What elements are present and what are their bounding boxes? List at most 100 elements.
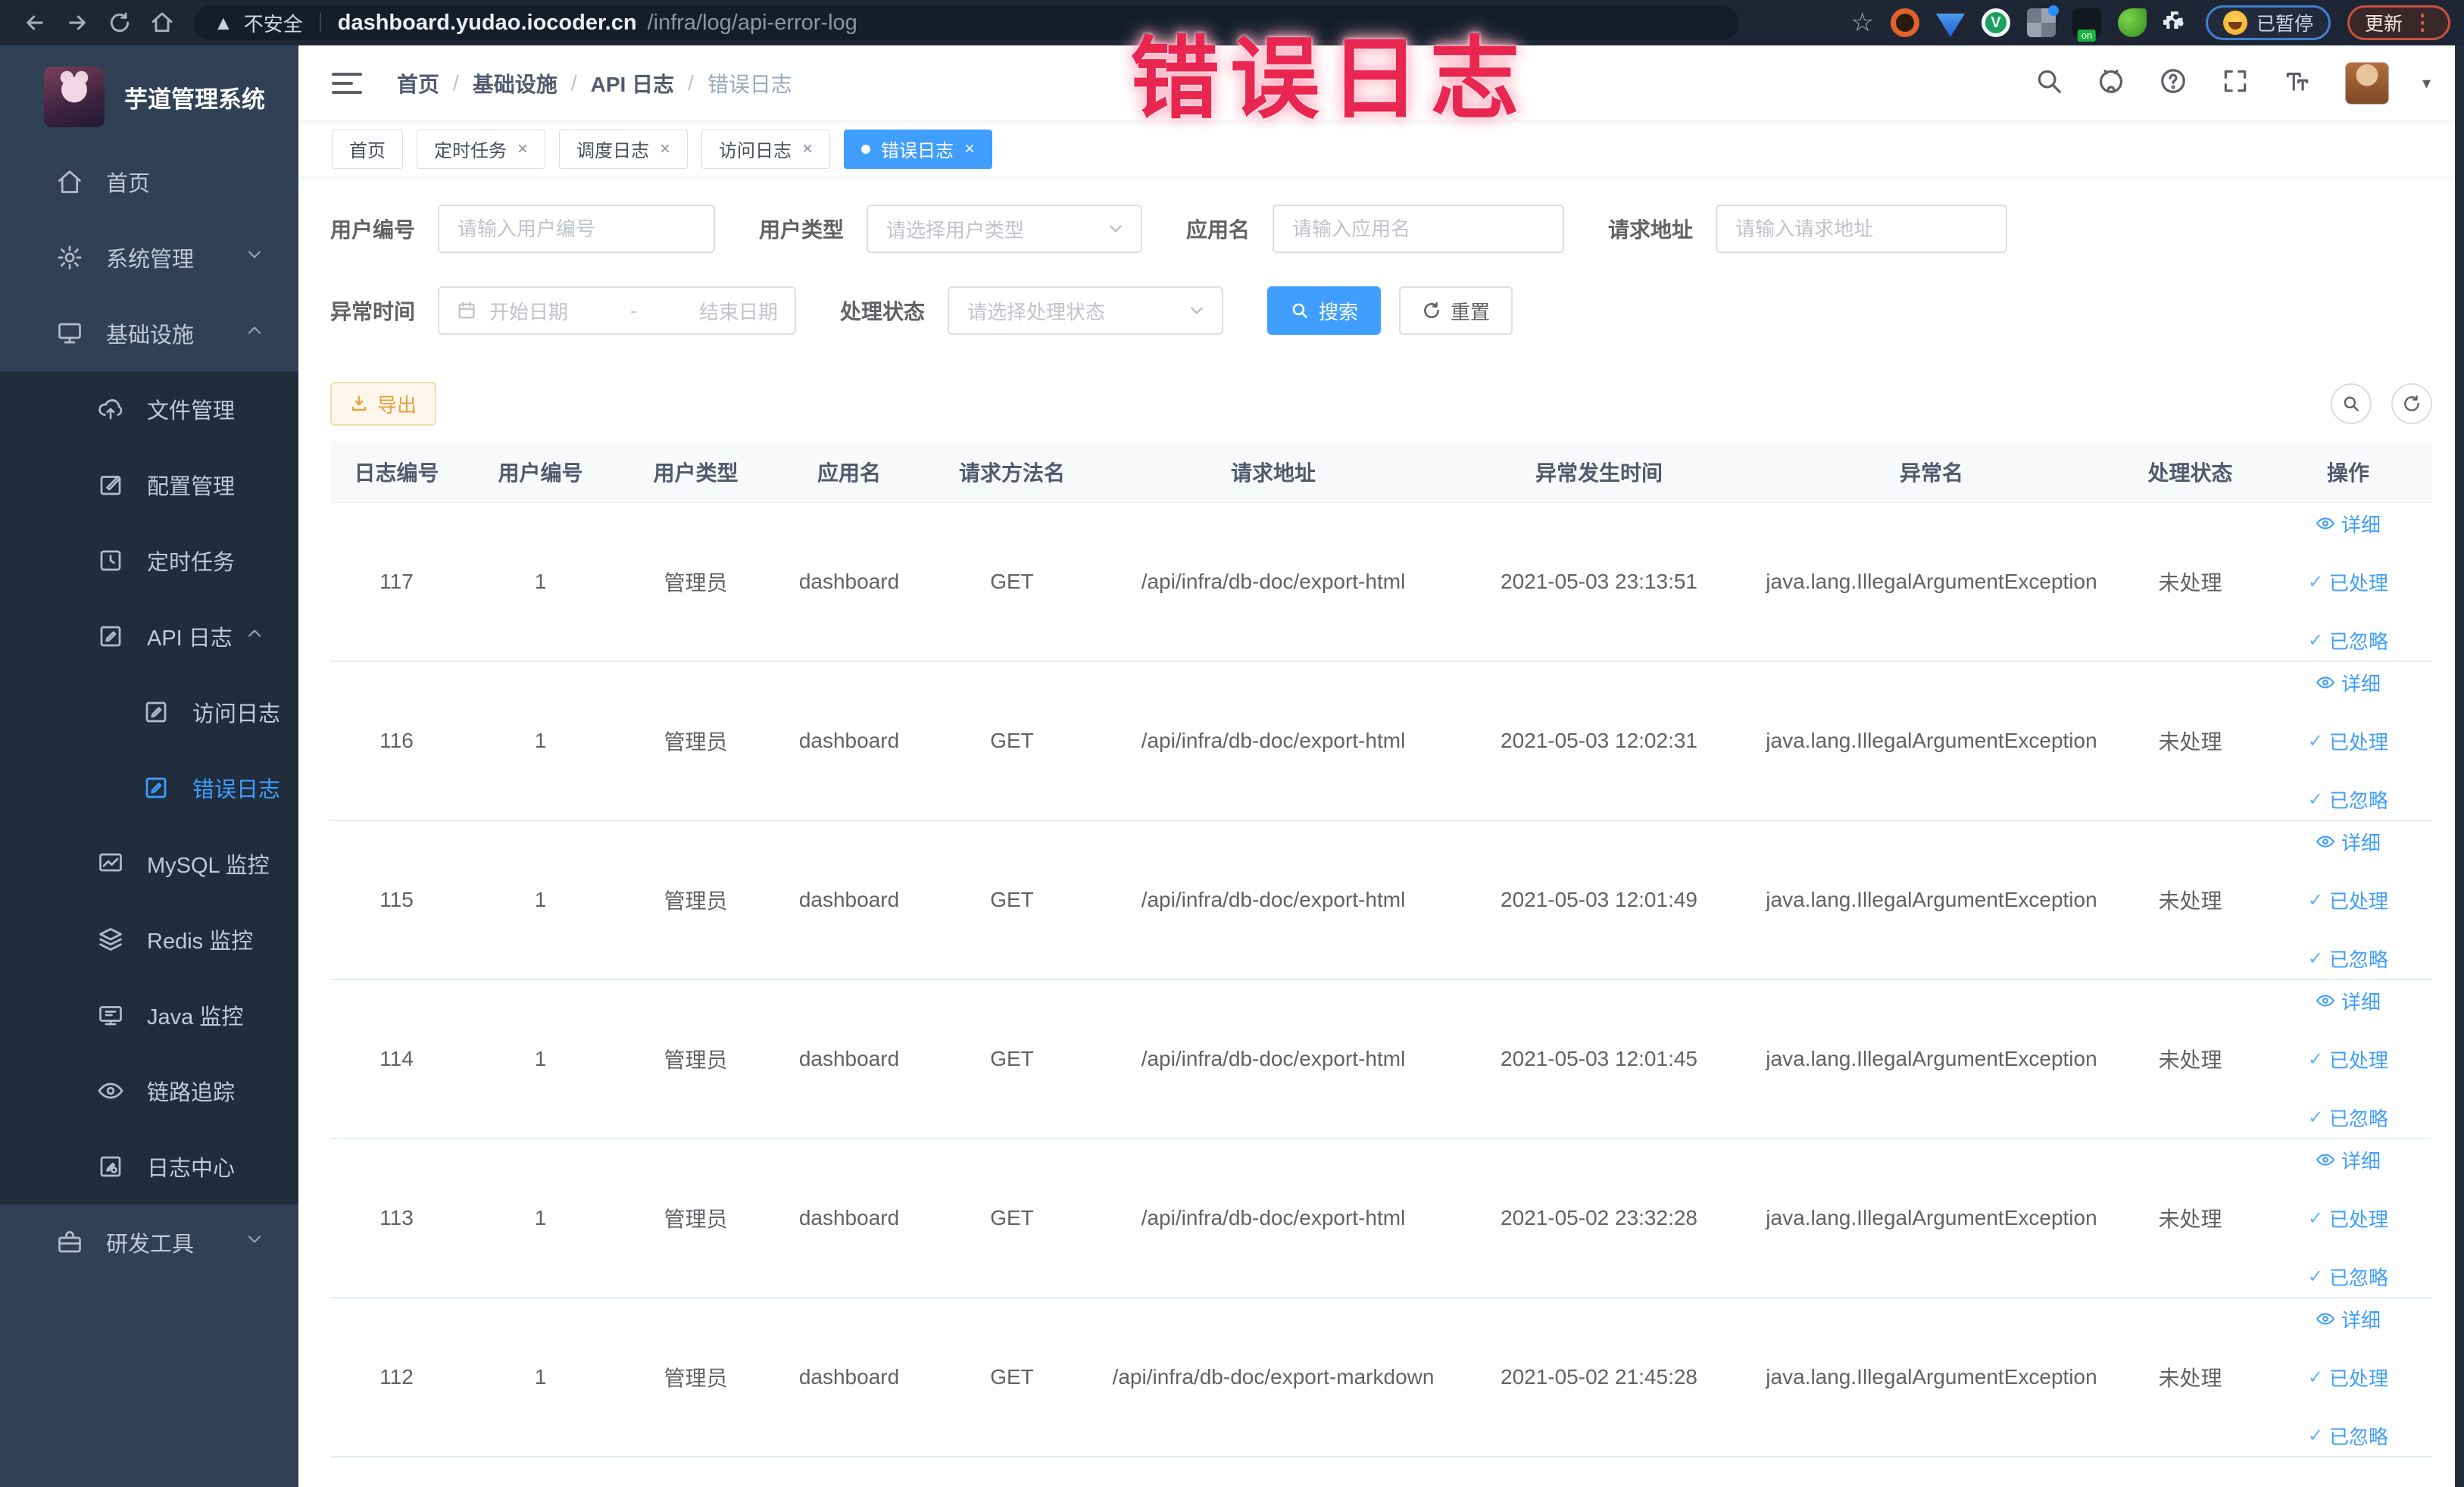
sidebar-item-api-log[interactable]: API 日志 bbox=[0, 598, 298, 674]
table-body: 117 1 管理员 dashboard GET /api/infra/db-do… bbox=[330, 503, 2432, 1457]
detail-link[interactable]: 详细 bbox=[2316, 987, 2381, 1015]
sidebar-item-redis-monitor[interactable]: Redis 监控 bbox=[0, 901, 298, 977]
cell-actions: 详细 ✓ 已处理 ✓ 已忽略 bbox=[2268, 510, 2428, 654]
check-icon: ✓ bbox=[2307, 1207, 2324, 1229]
cell-process-status: 未处理 bbox=[2158, 1048, 2222, 1072]
breadcrumb-infrastructure[interactable]: 基础设施 bbox=[473, 68, 557, 98]
tab-error-log[interactable]: 错误日志 × bbox=[844, 129, 993, 169]
extensions-puzzle-icon[interactable] bbox=[2162, 8, 2189, 38]
search-icon bbox=[2344, 396, 2359, 411]
forward-icon[interactable] bbox=[56, 6, 98, 39]
user-type-label: 用户类型 bbox=[759, 218, 845, 242]
cell-app-name: dashboard bbox=[798, 1365, 900, 1389]
sidebar-collapse-icon[interactable] bbox=[332, 72, 362, 94]
mark-processed-link[interactable]: ✓ 已处理 bbox=[2308, 886, 2388, 914]
sidebar-item-tracing[interactable]: 链路追踪 bbox=[0, 1053, 298, 1129]
app-name-input[interactable] bbox=[1273, 205, 1565, 253]
sidebar-item-access-log[interactable]: 访问日志 bbox=[0, 674, 298, 750]
extension-icon-green-v[interactable]: V bbox=[1981, 8, 2010, 37]
close-icon[interactable]: × bbox=[802, 139, 813, 158]
close-icon[interactable]: × bbox=[964, 139, 975, 158]
sidebar-item-file-mgmt[interactable]: 文件管理 bbox=[0, 371, 298, 447]
close-icon[interactable]: × bbox=[517, 139, 528, 158]
mark-ignored-link[interactable]: ✓ 已忽略 bbox=[2308, 945, 2388, 973]
scrollbar[interactable] bbox=[2455, 45, 2464, 1487]
mark-ignored-link[interactable]: ✓ 已忽略 bbox=[2308, 786, 2388, 814]
mark-ignored-link[interactable]: ✓ 已忽略 bbox=[2308, 1104, 2388, 1132]
mark-processed-link[interactable]: ✓ 已处理 bbox=[2308, 1204, 2388, 1232]
sidebar-item-scheduled-jobs[interactable]: 定时任务 bbox=[0, 523, 298, 598]
sidebar-item-log-center[interactable]: 日志中心 bbox=[0, 1129, 298, 1204]
tab-access-log[interactable]: 访问日志 × bbox=[701, 129, 831, 169]
extension-icon-orange[interactable] bbox=[1890, 8, 1919, 37]
reload-icon[interactable] bbox=[98, 6, 141, 39]
sidebar-item-config-mgmt[interactable]: 配置管理 bbox=[0, 447, 298, 523]
app-logo-row: 芋道管理系统 bbox=[0, 45, 298, 144]
fullscreen-icon[interactable] bbox=[2221, 67, 2250, 99]
process-status-select[interactable]: 请选择处理状态 bbox=[948, 286, 1224, 335]
extension-icon-switch-on[interactable] bbox=[2072, 8, 2101, 37]
github-icon[interactable] bbox=[2097, 67, 2125, 99]
detail-link[interactable]: 详细 bbox=[2316, 828, 2381, 856]
detail-link[interactable]: 详细 bbox=[2316, 510, 2381, 538]
sidebar-item-infrastructure[interactable]: 基础设施 bbox=[0, 295, 298, 371]
mark-ignored-link[interactable]: ✓ 已忽略 bbox=[2308, 1263, 2388, 1291]
app-title: 芋道管理系统 bbox=[124, 86, 265, 113]
request-url-input[interactable] bbox=[1716, 205, 2008, 253]
sidebar-item-dev-tools[interactable]: 研发工具 bbox=[0, 1204, 298, 1280]
mark-processed-link[interactable]: ✓ 已处理 bbox=[2308, 568, 2388, 596]
paused-label: 已暂停 bbox=[2256, 14, 2313, 35]
extension-icon-leaf[interactable] bbox=[2117, 8, 2147, 37]
sidebar: 芋道管理系统 首页 系统管理 基础设施 文件管理 配置管理 定时任务 API 日… bbox=[0, 45, 298, 1487]
extension-icon-blue-shield[interactable] bbox=[1935, 13, 1965, 37]
avatar-caret-icon[interactable]: ▾ bbox=[2422, 73, 2431, 93]
table-toolbar: 导出 bbox=[330, 382, 2432, 426]
mark-processed-link[interactable]: ✓ 已处理 bbox=[2308, 1045, 2388, 1073]
tab-home[interactable]: 首页 bbox=[332, 129, 403, 169]
tab-schedule-log[interactable]: 调度日志 × bbox=[559, 129, 689, 169]
check-icon: ✓ bbox=[2307, 1367, 2324, 1388]
cell-user-type: 管理员 bbox=[664, 571, 728, 595]
check-icon: ✓ bbox=[2307, 1107, 2324, 1128]
url-bar[interactable]: ▲ 不安全 dashboard.yudao.iocoder.cn/infra/l… bbox=[194, 5, 1739, 40]
mark-processed-link[interactable]: ✓ 已处理 bbox=[2308, 727, 2388, 755]
detail-link[interactable]: 详细 bbox=[2316, 1305, 2381, 1333]
sidebar-item-mysql-monitor[interactable]: MySQL 监控 bbox=[0, 826, 298, 901]
search-button[interactable]: 搜索 bbox=[1267, 286, 1382, 335]
detail-link[interactable]: 详细 bbox=[2316, 669, 2381, 697]
tab-scheduled-jobs[interactable]: 定时任务 × bbox=[417, 129, 546, 169]
user-type-select[interactable]: 请选择用户类型 bbox=[867, 205, 1143, 253]
profile-paused-chip[interactable]: 已暂停 bbox=[2205, 5, 2331, 40]
sidebar-item-error-log[interactable]: 错误日志 bbox=[0, 750, 298, 826]
breadcrumb-error-log: 错误日志 bbox=[707, 72, 792, 96]
font-size-icon[interactable] bbox=[2283, 67, 2312, 99]
table-row: 115 1 管理员 dashboard GET /api/infra/db-do… bbox=[330, 821, 2432, 980]
toggle-search-button[interactable] bbox=[2331, 383, 2372, 424]
back-icon[interactable] bbox=[14, 6, 56, 39]
refresh-table-button[interactable] bbox=[2391, 383, 2432, 424]
close-icon[interactable]: × bbox=[660, 139, 670, 158]
user-id-input[interactable] bbox=[438, 205, 716, 253]
breadcrumb: 首页 / 基础设施 / API 日志 / 错误日志 bbox=[397, 68, 792, 98]
mark-ignored-link[interactable]: ✓ 已忽略 bbox=[2308, 626, 2388, 654]
avatar[interactable] bbox=[2344, 61, 2389, 105]
home-icon[interactable] bbox=[141, 6, 183, 39]
export-button[interactable]: 导出 bbox=[330, 382, 437, 426]
help-icon[interactable] bbox=[2159, 67, 2188, 99]
sidebar-item-system-mgmt[interactable]: 系统管理 bbox=[0, 220, 298, 295]
breadcrumb-api-log[interactable]: API 日志 bbox=[591, 68, 674, 98]
sidebar-item-java-monitor[interactable]: Java 监控 bbox=[0, 977, 298, 1053]
extension-icon-grid[interactable] bbox=[2026, 5, 2059, 37]
active-dot bbox=[861, 144, 871, 154]
browser-menu-icon[interactable]: ⋮ bbox=[2412, 12, 2433, 33]
bookmark-star-icon[interactable]: ☆ bbox=[1850, 8, 1873, 38]
breadcrumb-home[interactable]: 首页 bbox=[397, 68, 439, 98]
search-icon[interactable] bbox=[2035, 67, 2063, 99]
mark-processed-link[interactable]: ✓ 已处理 bbox=[2308, 1364, 2388, 1392]
exception-time-range-picker[interactable]: 开始日期 - 结束日期 bbox=[438, 286, 797, 335]
update-chrome-button[interactable]: 更新 ⋮ bbox=[2347, 5, 2450, 40]
sidebar-item-home[interactable]: 首页 bbox=[0, 144, 298, 220]
mark-ignored-link[interactable]: ✓ 已忽略 bbox=[2308, 1422, 2388, 1450]
reset-button[interactable]: 重置 bbox=[1399, 286, 1513, 335]
detail-link[interactable]: 详细 bbox=[2316, 1146, 2381, 1174]
